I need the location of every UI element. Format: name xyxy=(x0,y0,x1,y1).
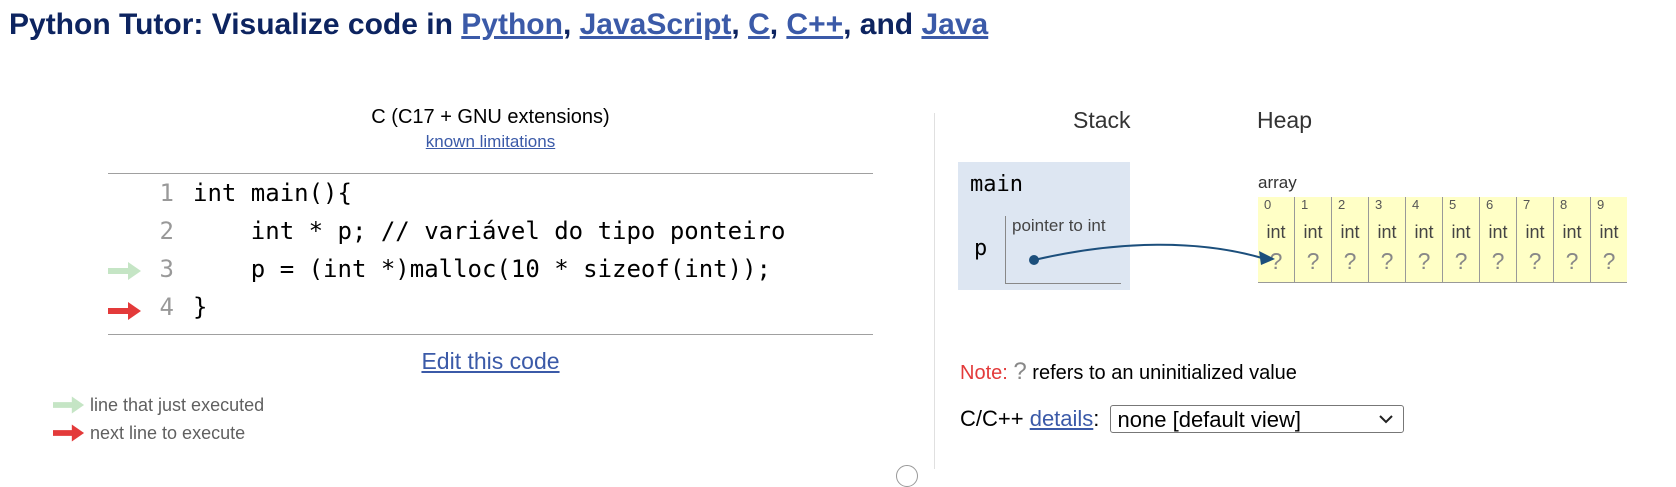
line-number: 3 xyxy=(159,255,174,283)
uninitialized-symbol: ? xyxy=(1013,358,1027,385)
array-index: 7 xyxy=(1523,197,1531,212)
title-prefix: Python Tutor: Visualize code in xyxy=(9,8,462,41)
title-conjunction: , and xyxy=(843,8,922,41)
array-cell: 1 int? xyxy=(1294,197,1331,282)
python-link[interactable]: Python xyxy=(461,8,563,41)
array-type: int xyxy=(1525,222,1545,242)
code-text: p = (int *)malloc(10 * sizeof(int)); xyxy=(193,255,771,283)
array-type: int xyxy=(1414,222,1434,242)
known-limitations-link[interactable]: known limitations xyxy=(426,132,555,152)
code-text: } xyxy=(193,293,208,321)
array-index: 1 xyxy=(1301,197,1309,212)
array-value: ? xyxy=(1417,248,1431,274)
array-value: ? xyxy=(1306,248,1320,274)
array-index: 5 xyxy=(1449,197,1457,212)
title-separator: , xyxy=(562,8,580,41)
array-cell: 7 int? xyxy=(1516,197,1553,282)
array-index: 3 xyxy=(1375,197,1383,212)
array-cell: 3 int? xyxy=(1368,197,1405,282)
array-type: int xyxy=(1266,222,1286,242)
just-executed-arrow-icon xyxy=(53,396,85,414)
array-index: 0 xyxy=(1264,197,1272,212)
code-text: int * p; // variável do tipo ponteiro xyxy=(193,217,786,245)
array-cell: 0 int? xyxy=(1258,197,1294,282)
cpp-link[interactable]: C++ xyxy=(786,8,843,41)
array-cell: 2 int? xyxy=(1331,197,1368,282)
line-number: 2 xyxy=(159,217,174,245)
array-value: ? xyxy=(1528,248,1542,274)
panel-divider xyxy=(934,113,935,469)
array-value: ? xyxy=(1602,248,1616,274)
array-index: 8 xyxy=(1560,197,1568,212)
array-cell: 9 int? xyxy=(1590,197,1627,282)
page-title: Python Tutor: Visualize code in Python , … xyxy=(9,8,988,42)
java-link[interactable]: Java xyxy=(921,8,988,41)
details-link[interactable]: details xyxy=(1030,406,1094,431)
array-cell: 6 int? xyxy=(1479,197,1516,282)
array-cell: 4 int? xyxy=(1405,197,1442,282)
heap-header: Heap xyxy=(1257,107,1312,133)
code-line-2[interactable]: 2 int * p; // variável do tipo ponteiro xyxy=(108,214,873,252)
just-executed-arrow-icon xyxy=(108,262,141,280)
next-line-arrow-icon xyxy=(53,424,85,442)
array-value: ? xyxy=(1380,248,1394,274)
title-separator: , xyxy=(769,8,787,41)
stack-header: Stack xyxy=(1073,107,1131,133)
line-number: 1 xyxy=(159,179,174,207)
variable-value-cell: pointer to int xyxy=(1005,216,1121,284)
array-index: 6 xyxy=(1486,197,1494,212)
next-line-arrow-icon xyxy=(108,302,141,320)
stack-frame: main p pointer to int xyxy=(958,162,1130,290)
edit-code-link[interactable]: Edit this code xyxy=(421,348,559,374)
array-type: int xyxy=(1377,222,1397,242)
array-type: int xyxy=(1303,222,1323,242)
uninitialized-note: Note: ? refers to an uninitialized value xyxy=(960,358,1297,386)
c-link[interactable]: C xyxy=(748,8,770,41)
code-line-3[interactable]: 3 p = (int *)malloc(10 * sizeof(int)); xyxy=(108,252,873,290)
array-value: ? xyxy=(1565,248,1579,274)
array-index: 9 xyxy=(1597,197,1605,212)
variable-name: p xyxy=(974,236,988,261)
code-listing: 1 int main(){ 2 int * p; // variável do … xyxy=(108,173,873,335)
legend-just-executed-label: line that just executed xyxy=(90,395,265,415)
array-value: ? xyxy=(1491,248,1505,274)
code-line-1[interactable]: 1 int main(){ xyxy=(108,176,873,214)
note-label: Note: xyxy=(960,362,1008,384)
array-cell: 8 int? xyxy=(1553,197,1590,282)
javascript-link[interactable]: JavaScript xyxy=(580,8,732,41)
array-value: ? xyxy=(1269,248,1283,274)
array-value: ? xyxy=(1343,248,1357,274)
line-number: 4 xyxy=(159,293,174,321)
array-type: int xyxy=(1340,222,1360,242)
options-prefix: C/C++ xyxy=(960,406,1030,432)
title-separator: , xyxy=(731,8,749,41)
array-type: int xyxy=(1488,222,1508,242)
language-label: C (C17 + GNU extensions) xyxy=(371,106,610,128)
code-text: int main(){ xyxy=(193,179,352,207)
code-panel-header: C (C17 + GNU extensions) known limitatio… xyxy=(108,106,873,152)
heap-array: 0 int? 1 int? 2 int? 3 int? 4 int? 5 int? 6 int… xyxy=(1258,197,1627,283)
array-index: 2 xyxy=(1338,197,1346,212)
code-line-4[interactable]: 4 } xyxy=(108,290,873,328)
array-value: ? xyxy=(1454,248,1468,274)
legend-next-line-label: next line to execute xyxy=(90,423,246,443)
edit-code-container: Edit this code xyxy=(108,348,873,375)
array-index: 4 xyxy=(1412,197,1420,212)
view-mode-select[interactable]: none [default view] xyxy=(1109,405,1404,434)
view-mode-selected: none [default view] xyxy=(1117,407,1302,433)
array-cell: 5 int? xyxy=(1442,197,1479,282)
variable-type: pointer to int xyxy=(1012,216,1106,235)
frame-name: main xyxy=(970,172,1023,197)
heap-object-label: array xyxy=(1258,173,1297,192)
scroll-indicator-icon xyxy=(896,465,918,487)
note-text: refers to an uninitialized value xyxy=(1026,362,1297,384)
array-type: int xyxy=(1451,222,1471,242)
array-type: int xyxy=(1562,222,1582,242)
array-type: int xyxy=(1599,222,1619,242)
options-suffix: : xyxy=(1093,406,1100,432)
view-options: C/C++ details: none [default view] xyxy=(960,405,1404,434)
chevron-down-icon xyxy=(1378,415,1393,424)
